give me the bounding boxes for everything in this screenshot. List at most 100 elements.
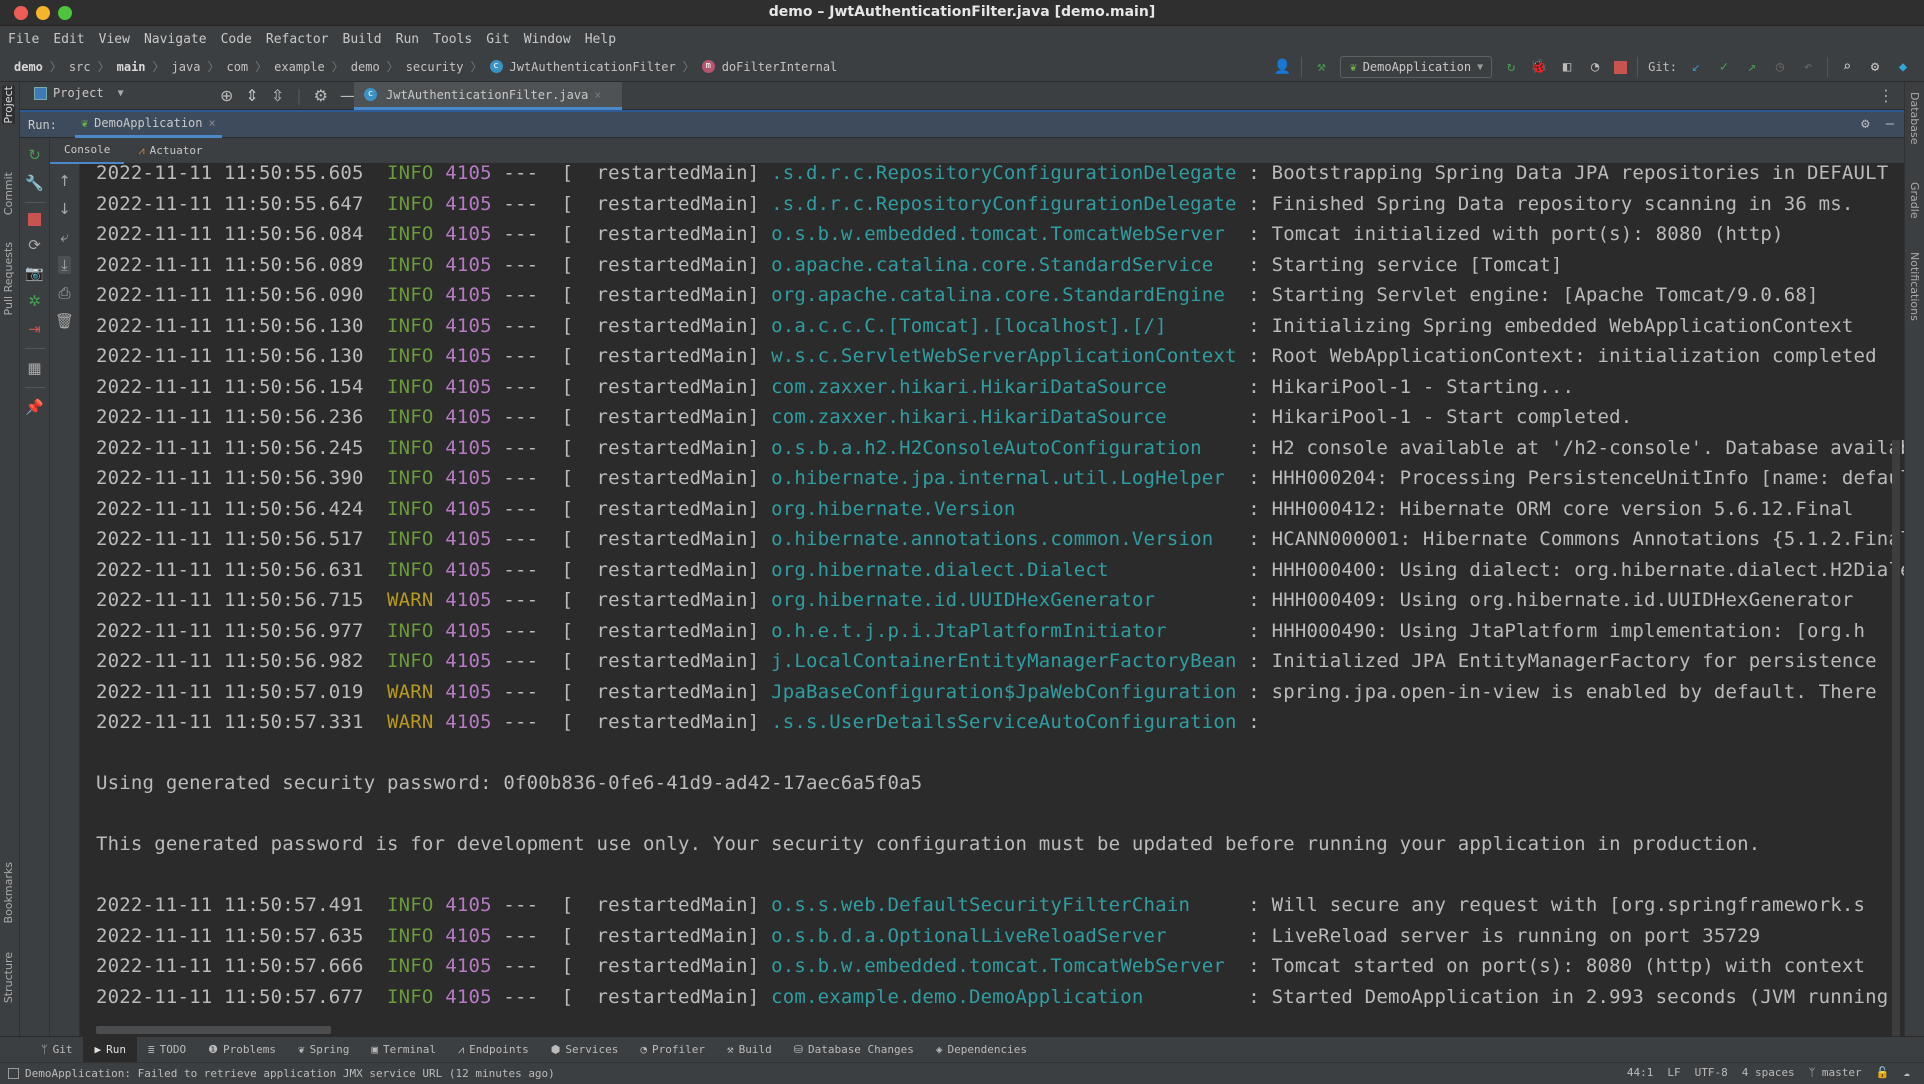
- profiler-icon[interactable]: ◔: [1586, 58, 1604, 76]
- camera-icon[interactable]: 📷: [25, 264, 44, 282]
- menu-refactor[interactable]: Refactor: [266, 32, 329, 47]
- tool-window-commit[interactable]: Commit: [2, 172, 15, 215]
- debug-icon[interactable]: 🐞: [1530, 58, 1548, 76]
- trash-icon[interactable]: 🗑: [55, 312, 74, 330]
- log-logger[interactable]: o.hibernate.jpa.internal.util.LogHelper: [771, 467, 1237, 489]
- run-configuration-select[interactable]: ❦ DemoApplication ▼: [1340, 56, 1493, 78]
- close-tab-icon[interactable]: ×: [209, 116, 216, 130]
- tool-window-profiler[interactable]: ◔ Profiler: [629, 1037, 716, 1062]
- exit-icon[interactable]: ⇥: [28, 320, 41, 338]
- toggle-tool-windows-icon[interactable]: [8, 1068, 19, 1079]
- breadcrumb-item[interactable]: doFilterInternal: [722, 60, 838, 74]
- menu-file[interactable]: File: [8, 32, 39, 47]
- breadcrumb-item[interactable]: example: [274, 60, 325, 74]
- event-log-icon[interactable]: ☁: [1903, 1066, 1910, 1079]
- log-logger[interactable]: org.apache.catalina.core.StandardEngine: [771, 284, 1237, 306]
- menu-help[interactable]: Help: [585, 32, 616, 47]
- line-separator[interactable]: LF: [1667, 1066, 1680, 1079]
- tool-window-run[interactable]: ▶ Run: [83, 1037, 137, 1062]
- log-logger[interactable]: o.hibernate.annotations.common.Version: [771, 528, 1237, 550]
- debug-icon[interactable]: ✲: [28, 292, 41, 310]
- tool-window-git[interactable]: ᛘ Git: [30, 1037, 83, 1062]
- log-logger[interactable]: o.s.b.w.embedded.tomcat.TomcatWebServer: [771, 223, 1237, 245]
- log-logger[interactable]: .s.d.r.c.RepositoryConfigurationDelegate: [771, 193, 1237, 215]
- close-tab-icon[interactable]: ×: [594, 88, 601, 102]
- log-logger[interactable]: j.LocalContainerEntityManagerFactoryBean: [771, 650, 1237, 672]
- log-logger[interactable]: o.h.e.t.j.p.i.JtaPlatformInitiator: [771, 620, 1237, 642]
- indent-setting[interactable]: 4 spaces: [1742, 1066, 1795, 1079]
- tool-window-terminal[interactable]: ▣ Terminal: [360, 1037, 447, 1062]
- git-branch-widget[interactable]: ᛘ master: [1809, 1066, 1862, 1079]
- menu-tools[interactable]: Tools: [433, 32, 472, 47]
- log-logger[interactable]: org.hibernate.id.UUIDHexGenerator: [771, 589, 1237, 611]
- log-logger[interactable]: o.s.s.web.DefaultSecurityFilterChain: [771, 894, 1237, 916]
- horizontal-scrollbar[interactable]: [96, 1026, 331, 1034]
- rerun-icon[interactable]: ↻: [1502, 58, 1520, 76]
- caret-position[interactable]: 44:1: [1627, 1066, 1654, 1079]
- menu-git[interactable]: Git: [486, 32, 509, 47]
- breadcrumb-item[interactable]: java: [172, 60, 201, 74]
- menu-code[interactable]: Code: [221, 32, 252, 47]
- menu-run[interactable]: Run: [396, 32, 419, 47]
- scroll-to-end-icon[interactable]: ⤓: [58, 256, 71, 274]
- tool-window-database[interactable]: Database: [1908, 92, 1921, 145]
- stop-icon[interactable]: [1614, 60, 1628, 74]
- menu-navigate[interactable]: Navigate: [144, 32, 207, 47]
- log-logger[interactable]: .s.s.UserDetailsServiceAutoConfiguration: [771, 711, 1237, 733]
- file-encoding[interactable]: UTF-8: [1695, 1066, 1728, 1079]
- tool-window-pull-requests[interactable]: Pull Requests: [2, 242, 15, 315]
- tool-window-bookmarks[interactable]: Bookmarks: [2, 862, 15, 923]
- tool-window-notifications[interactable]: Notifications: [1908, 252, 1921, 321]
- git-update-icon[interactable]: ↙: [1687, 58, 1705, 76]
- more-options-icon[interactable]: ⋮: [1878, 86, 1894, 105]
- breadcrumb-item[interactable]: security: [406, 60, 464, 74]
- breadcrumb-item[interactable]: src: [69, 60, 91, 74]
- stop-icon[interactable]: [28, 213, 41, 226]
- tool-window-dependencies[interactable]: ◈ Dependencies: [925, 1037, 1038, 1062]
- tool-window-services[interactable]: ⬢ Services: [540, 1037, 630, 1062]
- breadcrumb-item[interactable]: JwtAuthenticationFilter: [510, 60, 676, 74]
- vertical-scrollbar[interactable]: [1892, 440, 1900, 1036]
- log-logger[interactable]: o.a.c.c.C.[Tomcat].[localhost].[/]: [771, 315, 1237, 337]
- arrow-down-icon[interactable]: ↓: [58, 200, 71, 218]
- tool-window-gradle[interactable]: Gradle: [1908, 182, 1921, 219]
- tab-actuator[interactable]: ⩘ Actuator: [124, 138, 216, 164]
- console-output[interactable]: 2022-11-11 11:50:55.605 INFO 4105 --- [ …: [80, 164, 1904, 1036]
- run-tab-demoapplication[interactable]: ❦ DemoApplication ×: [74, 112, 222, 138]
- layout-icon[interactable]: ▦: [27, 359, 41, 377]
- git-push-icon[interactable]: ↗: [1743, 58, 1761, 76]
- menu-edit[interactable]: Edit: [53, 32, 84, 47]
- pin-icon[interactable]: 📌: [25, 398, 44, 416]
- breadcrumb-item[interactable]: main: [117, 60, 146, 74]
- status-message[interactable]: DemoApplication: Failed to retrieve appl…: [25, 1067, 555, 1080]
- log-logger[interactable]: org.hibernate.dialect.Dialect: [771, 559, 1237, 581]
- log-logger[interactable]: o.s.b.w.embedded.tomcat.TomcatWebServer: [771, 955, 1237, 977]
- breadcrumb-item[interactable]: com: [226, 60, 248, 74]
- collapse-all-icon[interactable]: ⇳: [271, 86, 284, 105]
- breadcrumb-item[interactable]: demo: [351, 60, 380, 74]
- user-icon[interactable]: 👤: [1273, 58, 1291, 76]
- minimize-panel-icon[interactable]: —: [1886, 116, 1894, 132]
- log-logger[interactable]: com.example.demo.DemoApplication: [771, 986, 1237, 1008]
- menu-build[interactable]: Build: [343, 32, 382, 47]
- tool-window-structure[interactable]: Structure: [2, 952, 15, 1003]
- lock-icon[interactable]: 🔓: [1876, 1066, 1890, 1079]
- jetbrains-toolbox-icon[interactable]: ◆: [1894, 58, 1912, 76]
- log-logger[interactable]: o.s.b.a.h2.H2ConsoleAutoConfiguration: [771, 437, 1237, 459]
- log-logger[interactable]: o.s.b.d.a.OptionalLiveReloadServer: [771, 925, 1237, 947]
- log-logger[interactable]: org.hibernate.Version: [771, 498, 1237, 520]
- expand-all-icon[interactable]: ⇕: [245, 86, 258, 105]
- tool-window-spring[interactable]: ❦ Spring: [287, 1037, 360, 1062]
- log-logger[interactable]: com.zaxxer.hikari.HikariDataSource: [771, 406, 1237, 428]
- restart-icon[interactable]: ⟳: [28, 236, 41, 254]
- wrench-icon[interactable]: 🔧: [25, 174, 44, 192]
- menu-window[interactable]: Window: [524, 32, 571, 47]
- locate-icon[interactable]: ⊕: [220, 86, 233, 105]
- log-logger[interactable]: com.zaxxer.hikari.HikariDataSource: [771, 376, 1237, 398]
- tool-window-problems[interactable]: ❶ Problems: [197, 1037, 287, 1062]
- gear-icon[interactable]: ⚙: [1866, 58, 1884, 76]
- rerun-icon[interactable]: ↻: [28, 146, 41, 164]
- git-rollback-icon[interactable]: ↶: [1799, 58, 1817, 76]
- soft-wrap-icon[interactable]: ⤶: [60, 228, 68, 246]
- git-commit-icon[interactable]: ✓: [1715, 58, 1733, 76]
